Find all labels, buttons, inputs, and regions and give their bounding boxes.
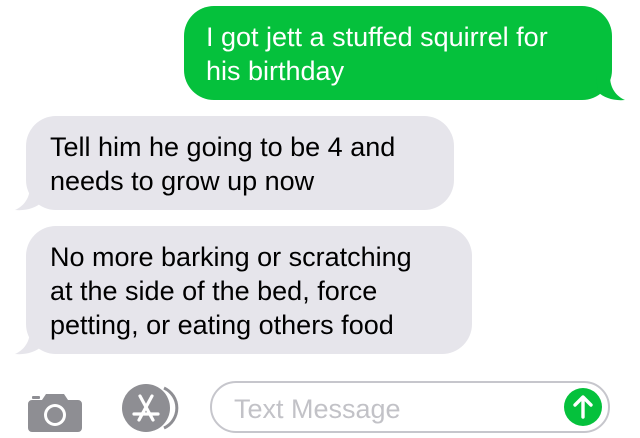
- received-message-bubble[interactable]: Tell him he going to be 4 and needs to g…: [26, 116, 454, 210]
- sent-message-bubble[interactable]: I got jett a stuffed squirrel for his bi…: [184, 6, 612, 100]
- sent-bubble-tail: [596, 76, 625, 101]
- messages-screen: I got jett a stuffed squirrel for his bi…: [0, 0, 640, 438]
- received-bubble-tail: [15, 330, 44, 355]
- camera-button[interactable]: [26, 390, 84, 434]
- message-input[interactable]: Text Message: [210, 381, 610, 433]
- received-bubble-tail: [15, 186, 44, 211]
- app-store-button[interactable]: [118, 382, 182, 434]
- received-message-bubble[interactable]: No more barking or scratching at the sid…: [26, 226, 472, 354]
- arrow-up-icon: [573, 395, 593, 419]
- send-button[interactable]: [564, 388, 602, 426]
- message-input-placeholder: Text Message: [234, 394, 401, 424]
- camera-icon: [28, 394, 82, 432]
- message-composer: Text Message: [0, 370, 640, 438]
- app-store-icon: [122, 384, 179, 432]
